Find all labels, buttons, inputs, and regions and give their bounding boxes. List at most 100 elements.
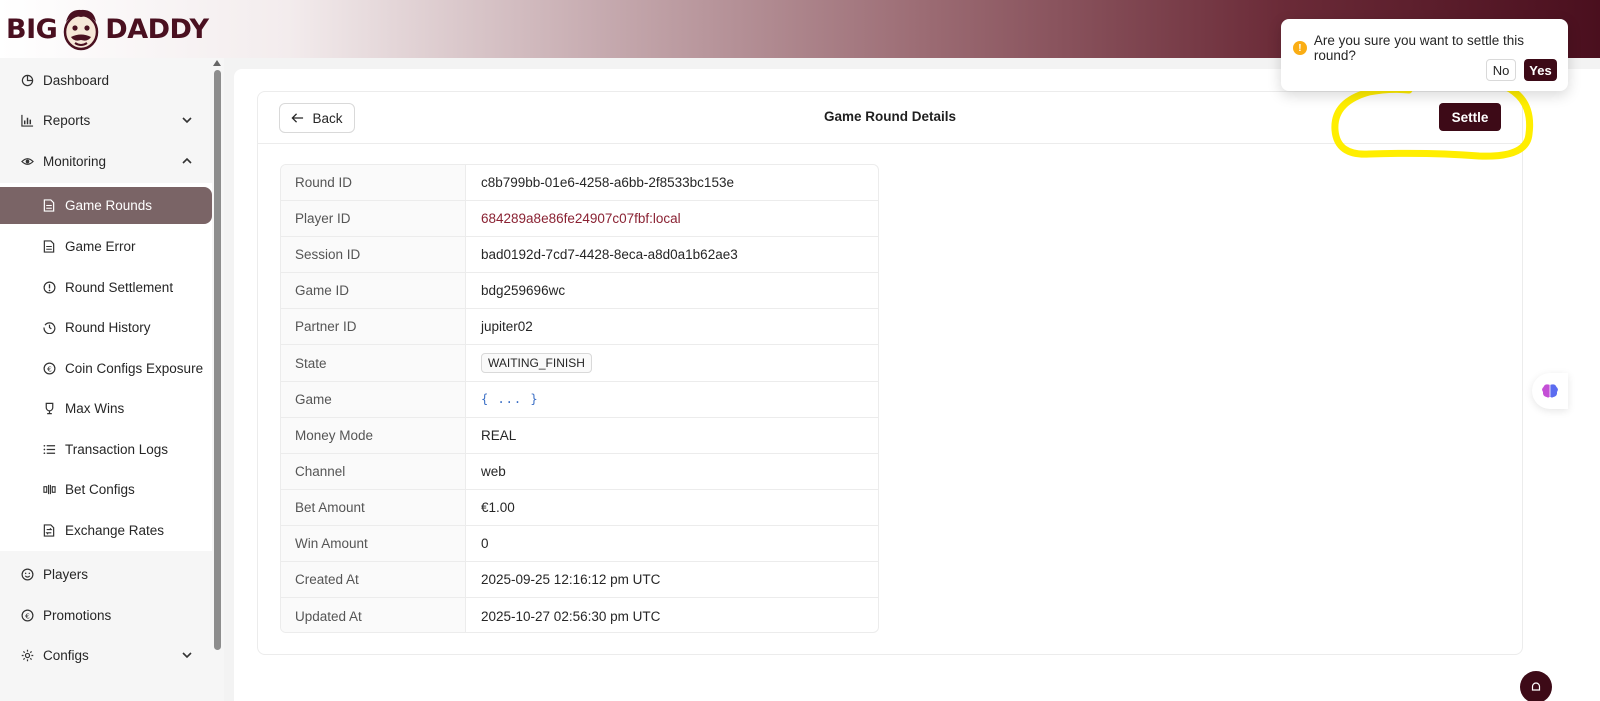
sidebar-item-label: Bet Configs bbox=[65, 481, 135, 497]
details-row: Channel web bbox=[281, 453, 878, 490]
sidebar-item-max-wins[interactable]: Max Wins bbox=[0, 389, 212, 427]
details-value: 0 bbox=[481, 535, 489, 551]
chevron-down-icon bbox=[182, 652, 192, 659]
sidebar-item-label: Game Error bbox=[65, 238, 136, 254]
player-id-link[interactable]: 684289a8e86fe24907c07fbf:local bbox=[466, 201, 878, 236]
details-row: State WAITING_FINISH bbox=[281, 345, 878, 382]
details-row: Game { ... } bbox=[281, 381, 878, 418]
details-row: Bet Amount €1.00 bbox=[281, 489, 878, 526]
settle-button[interactable]: Settle bbox=[1439, 103, 1501, 131]
logo-text-left: BIG bbox=[6, 13, 58, 45]
sidebar-item-game-error[interactable]: Game Error bbox=[0, 227, 212, 265]
smile-icon bbox=[20, 567, 34, 581]
details-label: State bbox=[281, 345, 466, 381]
details-label: Money Mode bbox=[281, 417, 466, 453]
details-row: Money Mode REAL bbox=[281, 417, 878, 454]
state-badge: WAITING_FINISH bbox=[481, 353, 592, 374]
confirm-yes-button[interactable]: Yes bbox=[1524, 59, 1557, 81]
euro-circle-icon: € bbox=[20, 608, 34, 622]
card-header: Back Game Round Details Settle bbox=[258, 92, 1522, 144]
brain-icon bbox=[1542, 384, 1558, 398]
sidebar-item-label: Game Rounds bbox=[65, 198, 153, 213]
notification-button[interactable] bbox=[1520, 671, 1552, 701]
details-row: Win Amount 0 bbox=[281, 525, 878, 563]
details-row: Game ID bdg259696wc bbox=[281, 273, 878, 310]
details-row: Partner ID jupiter02 bbox=[281, 309, 878, 346]
brand-logo[interactable]: BIG DADDY bbox=[6, 4, 209, 54]
sidebar-item-label: Exchange Rates bbox=[65, 522, 165, 538]
sidebar-item-game-rounds[interactable]: Game Rounds bbox=[0, 187, 212, 224]
details-value: €1.00 bbox=[481, 499, 515, 515]
file-icon bbox=[42, 239, 56, 253]
sidebar-item-configs[interactable]: Configs bbox=[0, 636, 212, 674]
sidebar-item-round-settlement[interactable]: Round Settlement bbox=[0, 268, 212, 306]
eye-icon bbox=[20, 154, 34, 168]
chevron-up-icon bbox=[182, 157, 192, 164]
details-value: REAL bbox=[481, 427, 517, 443]
file-icon bbox=[42, 199, 56, 213]
sidebar-item-coin-configs-exposure[interactable]: € Coin Configs Exposure bbox=[0, 349, 212, 387]
euro-circle-icon: € bbox=[42, 361, 56, 375]
exchange-icon bbox=[42, 523, 56, 537]
sidebar-item-players[interactable]: Players bbox=[0, 555, 212, 593]
logo-text-right: DADDY bbox=[105, 13, 209, 45]
scroll-up-arrow[interactable] bbox=[213, 60, 221, 66]
details-label: Win Amount bbox=[281, 525, 466, 562]
game-json-viewer[interactable]: { ... } bbox=[481, 392, 539, 406]
trophy-icon bbox=[42, 401, 56, 415]
details-row: Session ID bad0192d-7cd7-4428-8eca-a8d0a1… bbox=[281, 237, 878, 274]
confirm-no-button[interactable]: No bbox=[1486, 59, 1516, 81]
chevron-down-icon bbox=[182, 117, 192, 124]
sidebar: Dashboard Reports Monitoring Game Rounds… bbox=[0, 58, 224, 701]
sidebar-item-label: Round Settlement bbox=[65, 279, 174, 295]
details-value: bad0192d-7cd7-4428-8eca-a8d0a1b62ae3 bbox=[481, 247, 738, 263]
list-icon bbox=[42, 442, 56, 456]
sidebar-item-label: Promotions bbox=[43, 607, 112, 623]
mascot-face-icon bbox=[64, 9, 99, 51]
details-label: Round ID bbox=[281, 165, 466, 201]
svg-text:€: € bbox=[25, 611, 30, 620]
details-value: { ... } bbox=[466, 382, 878, 417]
dashboard-icon bbox=[20, 73, 34, 87]
details-value: web bbox=[481, 463, 506, 479]
details-label: Player ID bbox=[281, 201, 466, 237]
details-label: Game ID bbox=[281, 273, 466, 309]
sidebar-item-monitoring[interactable]: Monitoring bbox=[0, 142, 212, 180]
details-value: 2025-09-25 12:16:12 pm UTC bbox=[481, 572, 661, 588]
details-value: c8b799bb-01e6-4258-a6bb-2f8533bc153e bbox=[481, 175, 734, 191]
sidebar-scrollbar[interactable] bbox=[214, 70, 221, 650]
page-title: Game Round Details bbox=[823, 109, 957, 124]
details-value: bdg259696wc bbox=[481, 283, 566, 299]
details-value: WAITING_FINISH bbox=[466, 345, 878, 380]
sidebar-item-bet-configs[interactable]: Bet Configs bbox=[0, 470, 212, 508]
details-row: Player ID 684289a8e86fe24907c07fbf:local bbox=[281, 201, 878, 238]
sidebar-item-label: Coin Configs Exposure bbox=[65, 360, 204, 376]
sidebar-item-transaction-logs[interactable]: Transaction Logs bbox=[0, 430, 212, 468]
sidebar-item-label: Reports bbox=[43, 112, 91, 128]
sliders-icon bbox=[42, 482, 56, 496]
sidebar-item-reports[interactable]: Reports bbox=[0, 101, 212, 139]
details-label: Channel bbox=[281, 453, 466, 489]
sidebar-item-label: Round History bbox=[65, 319, 151, 335]
sidebar-item-label: Max Wins bbox=[65, 400, 125, 416]
details-label: Bet Amount bbox=[281, 489, 466, 525]
bell-icon bbox=[1531, 682, 1541, 691]
svg-text:€: € bbox=[47, 364, 52, 373]
sidebar-item-dashboard[interactable]: Dashboard bbox=[0, 61, 212, 99]
alert-circle-icon bbox=[42, 280, 56, 294]
details-label: Updated At bbox=[281, 598, 466, 632]
details-row: Updated At 2025-10-27 02:56:30 pm UTC bbox=[281, 598, 878, 632]
details-label: Session ID bbox=[281, 237, 466, 273]
details-table: Round ID c8b799bb-01e6-4258-a6bb-2f8533bc… bbox=[280, 164, 879, 633]
sidebar-item-promotions[interactable]: € Promotions bbox=[0, 596, 212, 634]
sidebar-item-label: Dashboard bbox=[43, 72, 110, 88]
details-value: 2025-10-27 02:56:30 pm UTC bbox=[481, 608, 661, 624]
details-label: Game bbox=[281, 381, 466, 417]
details-label: Created At bbox=[281, 562, 466, 598]
details-row: Created At 2025-09-25 12:16:12 pm UTC bbox=[281, 562, 878, 599]
ai-assistant-button[interactable] bbox=[1532, 373, 1568, 409]
sidebar-item-label: Transaction Logs bbox=[65, 441, 169, 457]
bar-chart-icon bbox=[20, 113, 34, 127]
sidebar-item-exchange-rates[interactable]: Exchange Rates bbox=[0, 511, 212, 549]
sidebar-item-round-history[interactable]: Round History bbox=[0, 308, 212, 346]
